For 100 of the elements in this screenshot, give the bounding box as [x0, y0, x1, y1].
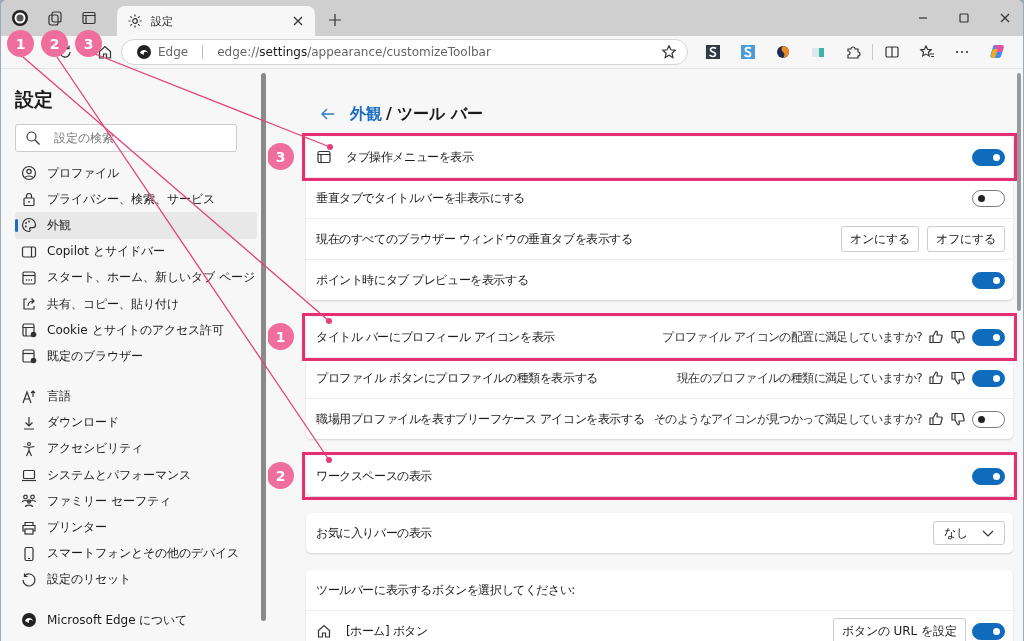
family-icon	[21, 493, 37, 510]
palette-icon	[21, 217, 37, 234]
sidebar-item[interactable]: プライバシー、検索、サービス	[15, 186, 257, 213]
setting-label: ワークスペースの表示	[316, 467, 432, 485]
address-bar[interactable]: Edge edge://settings/appearance/customizeToolbar	[121, 39, 688, 65]
swirl-icon	[136, 44, 152, 60]
sidebar-item[interactable]: Copilot とサイドバー	[15, 238, 257, 265]
callout-number: 2	[41, 30, 68, 57]
sidebar-item[interactable]: 共有、コピー、貼り付け	[15, 290, 257, 318]
action-button[interactable]: ボタンの URL を設定	[832, 618, 966, 641]
action-button[interactable]: オンにする	[841, 226, 919, 252]
thumbs-down-icon[interactable]	[950, 411, 966, 427]
tab-menu-icon[interactable]	[81, 10, 97, 26]
setting-label: プロファイル ボタンにプロファイルの種類を表示する	[316, 369, 598, 387]
home-icon[interactable]	[97, 44, 113, 60]
swirl-icon	[21, 612, 37, 629]
setting-label: 職場用プロファイルを表すブリーフケース アイコンを表示する	[316, 410, 645, 428]
sidebar-item[interactable]: システムとパフォーマンス	[15, 462, 257, 489]
callout-number: 2	[268, 462, 294, 489]
action-button[interactable]: オフにする	[927, 226, 1005, 252]
sidebar-item[interactable]: 外観	[15, 212, 257, 239]
close-icon[interactable]	[291, 14, 305, 28]
scrollbar[interactable]	[261, 73, 266, 621]
callout-number: 1	[7, 30, 34, 57]
sidebar-item[interactable]: ダウンロード	[15, 409, 257, 436]
setting-label: タイトル バーにプロフィール アイコンを表示	[316, 328, 555, 346]
feedback-question: そのようなアイコンが見つかって満足していますか?	[654, 410, 922, 428]
printer-icon	[21, 519, 37, 536]
profile-icon	[21, 165, 37, 182]
accessibility-icon	[21, 440, 37, 457]
share-icon	[21, 296, 37, 313]
setting-label: タブ操作メニューを表示	[346, 148, 474, 166]
sidebar-item[interactable]: プリンター	[15, 514, 257, 541]
setting-label: 垂直タブでタイトルバーを非表示にする	[316, 189, 525, 207]
setting-label: 現在のすべてのブラウザー ウィンドウの垂直タブを表示する	[316, 230, 633, 248]
workspaces-icon[interactable]	[47, 10, 63, 26]
laptop-icon	[21, 467, 37, 484]
download-icon	[21, 414, 37, 431]
thumbs-down-icon[interactable]	[950, 329, 966, 345]
thumbs-up-icon[interactable]	[928, 411, 944, 427]
setting-label: ポイント時にタブ プレビューを表示する	[316, 271, 529, 289]
window-icon	[21, 269, 37, 286]
sidebar-item[interactable]: スマートフォンとその他のデバイス	[15, 540, 257, 567]
tab-menu-icon	[316, 149, 332, 165]
thumbs-up-icon[interactable]	[928, 370, 944, 386]
search-icon	[25, 130, 41, 146]
scrollbar[interactable]	[1017, 73, 1021, 311]
sidebar-item[interactable]: Microsoft Edge について	[15, 607, 257, 634]
close-icon[interactable]	[999, 12, 1011, 24]
sidebar-item[interactable]: アクセシビリティ	[15, 435, 257, 463]
toggle-switch[interactable]	[972, 148, 1005, 166]
language-icon	[21, 388, 37, 405]
toggle-switch[interactable]	[972, 467, 1005, 485]
lock-icon	[21, 191, 37, 208]
dropdown[interactable]: なし	[933, 521, 1005, 545]
phone-icon	[21, 545, 37, 562]
sidebar-item[interactable]: スタート、ホーム、新しいタブ ページ	[15, 264, 257, 291]
star-icon	[661, 44, 677, 60]
cookie-icon	[21, 322, 37, 339]
sidebar-item[interactable]: 既定のブラウザー	[15, 343, 257, 370]
profile-icon[interactable]	[11, 9, 29, 27]
sidebar-item[interactable]: プロファイル	[15, 160, 257, 187]
favorites-icon[interactable]	[919, 44, 935, 60]
toggle-switch[interactable]	[972, 271, 1005, 289]
toggle-switch[interactable]	[972, 622, 1005, 640]
url-text: edge://settings/appearance/customizeToolbar	[217, 45, 492, 59]
feedback-question: プロファイル アイコンの配置に満足していますか?	[662, 328, 922, 346]
toggle-switch[interactable]	[972, 189, 1005, 207]
thumbs-up-icon[interactable]	[928, 329, 944, 345]
split-screen-icon[interactable]	[884, 44, 900, 60]
site-label: Edge	[158, 45, 189, 59]
section-heading: ツールバーに表示するボタンを選択してください:	[316, 581, 575, 599]
toggle-switch[interactable]	[972, 328, 1005, 346]
back-icon[interactable]	[320, 106, 336, 122]
reset-icon	[21, 571, 37, 588]
browser-tab[interactable]: 設定	[117, 6, 315, 36]
sidebar-item[interactable]: 言語	[15, 383, 257, 410]
callout-number: 1	[268, 323, 294, 350]
home-icon	[316, 623, 332, 639]
settings-icon	[127, 13, 143, 29]
sidebar-item[interactable]: 設定のリセット	[15, 566, 257, 593]
page-title: / ツール バー	[386, 103, 483, 125]
extension-icon[interactable]	[705, 44, 721, 60]
puzzle-icon[interactable]	[845, 44, 861, 60]
callout-number: 3	[268, 143, 294, 170]
setting-label: [ホーム] ボタン	[346, 622, 428, 640]
sidebar-title: 設定	[15, 87, 54, 112]
browser-icon	[21, 348, 37, 365]
sidebar-item[interactable]: ファミリー セーフティ	[15, 488, 257, 515]
toggle-switch[interactable]	[972, 410, 1005, 428]
extension-icon[interactable]	[775, 44, 791, 60]
maximize-icon[interactable]	[958, 12, 970, 24]
toggle-switch[interactable]	[972, 369, 1005, 387]
breadcrumb-link[interactable]: 外観	[350, 103, 382, 125]
sidebar-item[interactable]: Cookie とサイトのアクセス許可	[15, 317, 257, 344]
setting-label: お気に入りバーの表示	[316, 524, 432, 542]
thumbs-down-icon[interactable]	[950, 370, 966, 386]
feedback-question: 現在のプロファイルの種類に満足していますか?	[676, 369, 922, 387]
plus-icon[interactable]	[327, 12, 343, 28]
sidebar-icon	[21, 243, 37, 260]
